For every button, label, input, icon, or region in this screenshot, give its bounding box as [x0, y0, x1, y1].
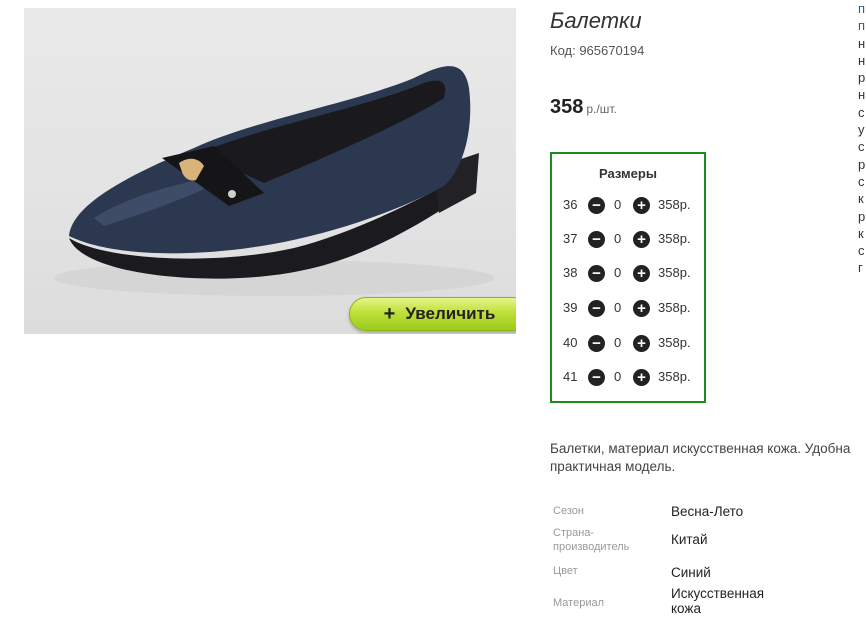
property-key: Сезон — [553, 505, 584, 517]
minus-icon[interactable]: − — [588, 197, 605, 214]
size-row: 38 − 0 + 358р. — [552, 264, 704, 284]
plus-icon[interactable]: + — [633, 231, 650, 248]
side-link[interactable]: п — [858, 17, 866, 34]
minus-icon[interactable]: − — [588, 335, 605, 352]
size-price: 358р. — [658, 335, 691, 350]
plus-icon[interactable]: + — [633, 265, 650, 282]
size-row: 40 − 0 + 358р. — [552, 334, 704, 354]
zoom-button[interactable]: + Увеличить — [349, 297, 516, 331]
side-text: к — [858, 191, 864, 207]
size-quantity: 0 — [614, 369, 622, 384]
minus-icon[interactable]: − — [588, 369, 605, 386]
plus-icon: + — [383, 303, 396, 325]
side-text: у — [858, 122, 865, 138]
size-row: 36 − 0 + 358р. — [552, 196, 704, 216]
plus-icon[interactable]: + — [633, 369, 650, 386]
size-quantity: 0 — [614, 300, 622, 315]
description-line: Балетки, материал искусственная кожа. Уд… — [550, 441, 851, 456]
property-key: Материал — [553, 597, 604, 609]
size-label: 39 — [563, 300, 578, 315]
clipped-side-column: п п н н р н с у с р с к р к с г — [858, 0, 866, 300]
minus-icon[interactable]: − — [588, 300, 605, 317]
side-text: н — [858, 52, 866, 68]
size-row: 41 − 0 + 358р. — [552, 368, 704, 388]
plus-icon[interactable]: + — [633, 300, 650, 317]
side-text: с — [858, 243, 865, 259]
side-text: г — [858, 260, 863, 276]
property-key: Цвет — [553, 565, 578, 577]
size-price: 358р. — [658, 265, 691, 280]
product-image[interactable]: + Увеличить — [24, 8, 516, 334]
product-price: 358 р./шт. — [550, 96, 617, 119]
price-value: 358 — [550, 96, 584, 118]
side-text: р — [858, 208, 866, 224]
size-quantity: 0 — [614, 231, 622, 246]
size-label: 38 — [563, 265, 578, 280]
property-key: Страна-производитель — [553, 527, 630, 553]
product-code: Код: 965670194 — [550, 43, 645, 58]
plus-icon[interactable]: + — [633, 197, 650, 214]
size-row: 39 − 0 + 358р. — [552, 299, 704, 319]
size-quantity: 0 — [614, 265, 622, 280]
side-link[interactable]: п — [858, 0, 866, 17]
side-text: р — [858, 156, 866, 172]
side-text: с — [858, 104, 865, 120]
size-quantity: 0 — [614, 197, 622, 212]
size-label: 40 — [563, 335, 578, 350]
side-text: с — [858, 173, 865, 189]
shoe-illustration — [54, 66, 494, 296]
product-title: Балетки — [550, 8, 642, 33]
product-description: Балетки, материал искусственная кожа. Уд… — [550, 440, 866, 476]
property-value: Искусственная кожа — [671, 586, 765, 616]
minus-icon[interactable]: − — [588, 265, 605, 282]
size-quantity: 0 — [614, 335, 622, 350]
zoom-button-label: Увеличить — [405, 304, 496, 323]
sizes-heading: Размеры — [599, 166, 657, 181]
description-line: практичная модель. — [550, 459, 676, 474]
size-price: 358р. — [658, 197, 691, 212]
sizes-panel: Размеры 36 − 0 + 358р. 37 − 0 + 358р. 38… — [550, 152, 706, 403]
size-label: 36 — [563, 197, 578, 212]
price-unit: р./шт. — [586, 102, 617, 116]
property-value: Весна-Лето — [671, 504, 744, 519]
property-value: Синий — [671, 565, 711, 580]
side-text: с — [858, 139, 865, 155]
side-text: к — [858, 225, 864, 241]
side-text: н — [858, 87, 866, 103]
plus-icon[interactable]: + — [633, 335, 650, 352]
size-price: 358р. — [658, 300, 691, 315]
side-text: р — [858, 70, 866, 86]
minus-icon[interactable]: − — [588, 231, 605, 248]
size-label: 37 — [563, 231, 578, 246]
size-price: 358р. — [658, 369, 691, 384]
size-price: 358р. — [658, 231, 691, 246]
size-row: 37 − 0 + 358р. — [552, 230, 704, 250]
side-text: н — [858, 35, 866, 51]
size-label: 41 — [563, 369, 578, 384]
property-value: Китай — [671, 532, 708, 547]
